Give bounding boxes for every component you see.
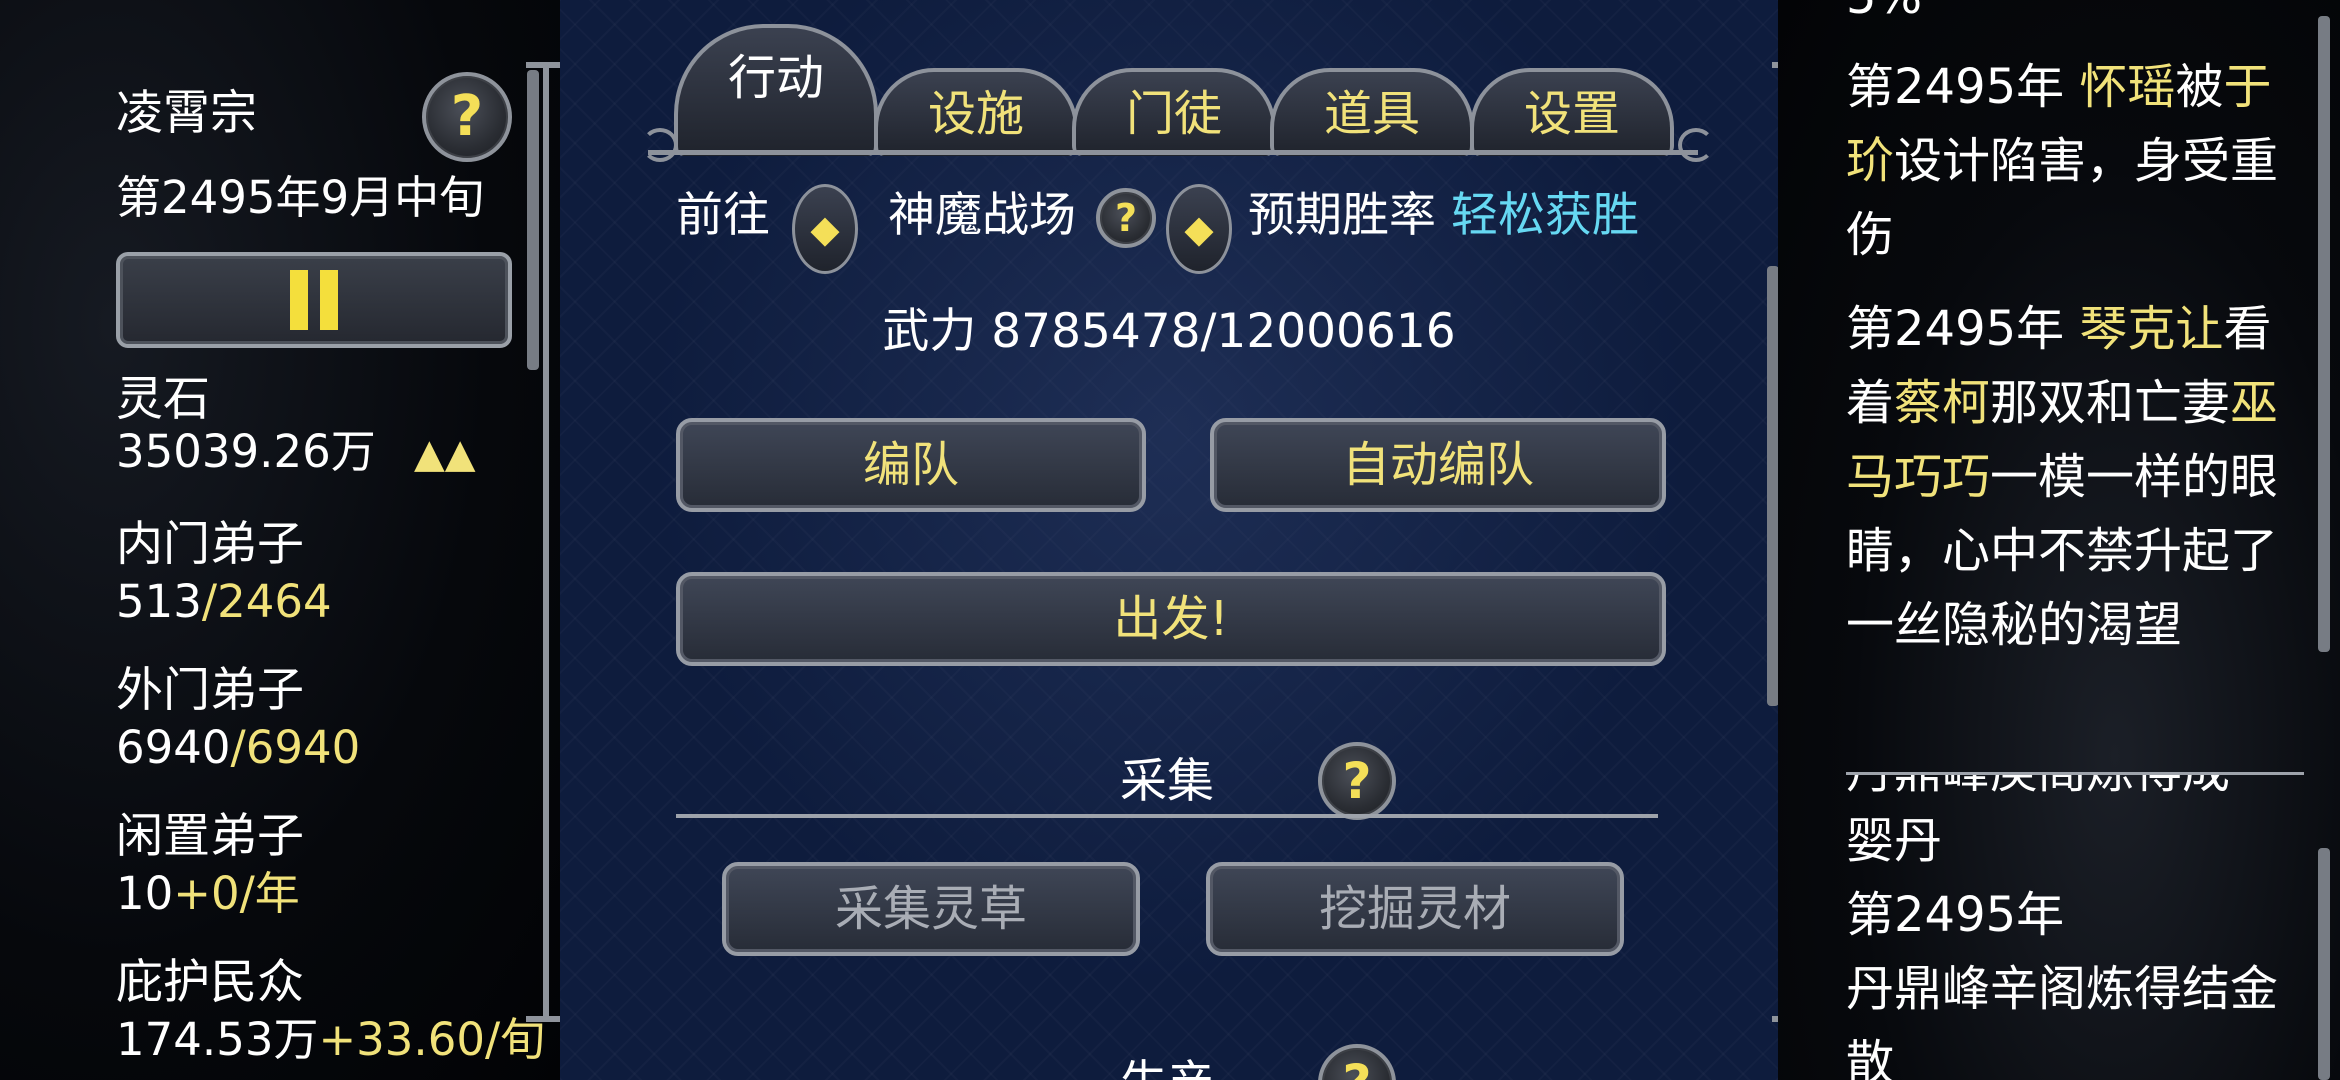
outer-disciples-count: 6940/6940 [116, 721, 361, 774]
main-action-panel: 行动 设施 门徒 道具 设置 前往 ◆ 神魔战场 ? ◆ 预期胜率 轻松获胜 武… [560, 0, 1778, 1080]
log-entry: 第2495年 琴克让看着蔡柯那双和亡妻巫马巧巧一模一样的眼睛，心中不禁升起了一丝… [1846, 301, 2279, 653]
event-log-pane-lower: 丹鼎峰庚阁炼得成 婴丹 第2495年 丹鼎峰辛阁炼得结金散 [1778, 774, 2340, 1080]
log-entry: 丹鼎峰辛阁炼得结金散 [1846, 961, 2279, 1080]
ornament-right [1678, 128, 1714, 162]
dig-materials-button[interactable]: 挖掘灵材 [1206, 862, 1624, 956]
ornament-left [642, 128, 678, 162]
destination-help-icon[interactable]: ? [1096, 188, 1156, 248]
log-entry-partial: 丹鼎峰庚阁炼得成 [1846, 774, 2296, 808]
inner-disciples-count: 513/2464 [116, 575, 332, 628]
gather-divider [676, 814, 1658, 818]
inner-disciples-label: 内门弟子 [116, 517, 304, 572]
game-date: 第2495年9月中旬 [116, 171, 485, 224]
pause-button[interactable] [116, 252, 512, 348]
event-log-panel: 5% 第2495年 怀瑶被于玠设计陷害，身受重伤 第2495年 琴克让看着蔡柯那… [1778, 0, 2340, 1080]
auto-formation-button[interactable]: 自动编队 [1210, 418, 1666, 512]
goto-label: 前往 [676, 188, 770, 243]
tab-disciples[interactable]: 门徒 [1072, 68, 1276, 156]
win-rate-value: 轻松获胜 [1450, 188, 1639, 243]
sect-help-icon[interactable]: ? [422, 72, 512, 162]
idle-disciples-label: 闲置弟子 [116, 809, 304, 864]
log-pane-divider [1846, 772, 2304, 775]
spirit-stone-value: 35039.26万 ▲▲ [116, 425, 476, 478]
depart-button[interactable]: 出发! [676, 572, 1666, 666]
tab-settings[interactable]: 设置 [1470, 68, 1674, 156]
production-section-title: 生产 [1120, 1054, 1214, 1080]
pause-icon [290, 270, 308, 330]
log-entry: 第2495年 怀瑶被于玠设计陷害，身受重伤 [1846, 59, 2279, 263]
left-scroll-thumb[interactable] [527, 70, 539, 370]
tab-facilities[interactable]: 设施 [874, 68, 1078, 156]
next-location-arrow-icon[interactable]: ◆ [1166, 184, 1232, 274]
trend-up-icon: ▲▲ [414, 431, 476, 477]
log-lower-scroll-thumb[interactable] [2318, 848, 2330, 1080]
tab-underline [648, 150, 1698, 155]
spirit-stone-label: 灵石 [116, 372, 210, 427]
production-help-icon[interactable]: ? [1318, 1044, 1396, 1080]
log-entry-partial: 5% [1846, 0, 2296, 34]
log-entry-year: 第2495年 [1846, 887, 2065, 943]
expected-win-rate: 预期胜率 轻松获胜 [1248, 188, 1639, 243]
tab-items[interactable]: 道具 [1270, 68, 1474, 156]
gather-help-icon[interactable]: ? [1318, 742, 1396, 820]
formation-button[interactable]: 编队 [676, 418, 1146, 512]
log-scroll-thumb[interactable] [2318, 16, 2330, 652]
left-scrollbar[interactable] [543, 62, 549, 1022]
tab-action[interactable]: 行动 [674, 24, 878, 156]
gather-herbs-button[interactable]: 采集灵草 [722, 862, 1140, 956]
sect-name: 凌霄宗 [116, 86, 257, 141]
prev-location-arrow-icon[interactable]: ◆ [792, 184, 858, 274]
protected-people-label: 庇护民众 [116, 955, 304, 1010]
outer-disciples-label: 外门弟子 [116, 663, 304, 718]
idle-disciples-count: 10+0/年 [116, 867, 300, 920]
protected-people-count: 174.53万+33.60/旬 [116, 1013, 546, 1066]
sect-status-panel: 凌霄宗 ? 第2495年9月中旬 灵石 35039.26万 ▲▲ 内门弟子 51… [0, 0, 566, 1080]
log-entry-end: 婴丹 [1846, 813, 1943, 869]
power-readout: 武力 8785478/12000616 [882, 304, 1456, 359]
destination-name: 神魔战场 [888, 188, 1076, 243]
gather-section-title: 采集 [1120, 754, 1214, 809]
